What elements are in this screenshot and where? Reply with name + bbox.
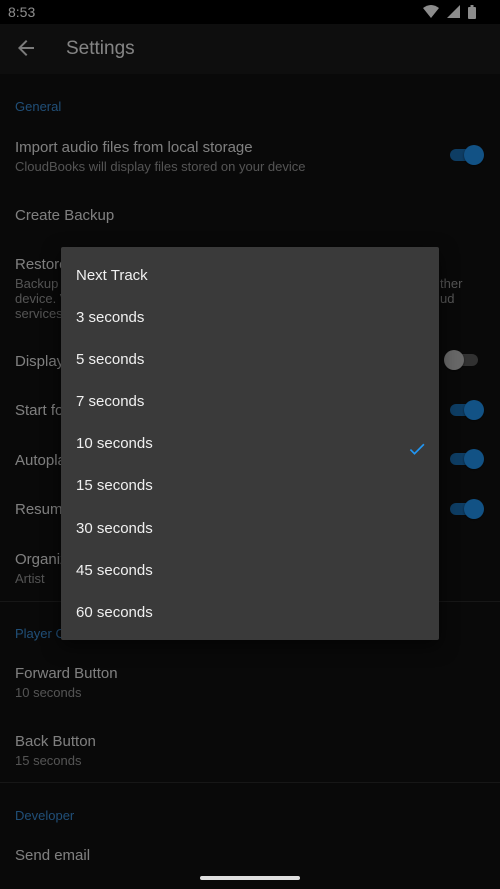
menu-item-label: 3 seconds <box>76 309 145 327</box>
menu-item-3-seconds[interactable]: 3 seconds <box>61 297 439 339</box>
checkmark-icon <box>407 434 427 456</box>
menu-item-60-seconds[interactable]: 60 seconds <box>61 592 439 634</box>
menu-item-label: 45 seconds <box>76 561 153 579</box>
menu-item-label: 10 seconds <box>76 435 153 453</box>
menu-item-label: 60 seconds <box>76 603 153 621</box>
menu-item-label: Next Track <box>76 267 148 284</box>
menu-item-label: 5 seconds <box>76 351 145 369</box>
menu-item-label: 15 seconds <box>76 477 153 495</box>
menu-item-label: 30 seconds <box>76 519 153 537</box>
menu-item-label: 7 seconds <box>76 393 145 411</box>
skip-duration-menu: Next Track 3 seconds 5 seconds 7 seconds… <box>61 247 439 640</box>
menu-item-5-seconds[interactable]: 5 seconds <box>61 339 439 381</box>
menu-item-7-seconds[interactable]: 7 seconds <box>61 381 439 423</box>
menu-item-30-seconds[interactable]: 30 seconds <box>61 508 439 550</box>
menu-item-15-seconds[interactable]: 15 seconds <box>61 465 439 507</box>
gesture-nav-handle[interactable] <box>200 876 300 880</box>
menu-item-next-track[interactable]: Next Track <box>61 255 439 297</box>
menu-item-45-seconds[interactable]: 45 seconds <box>61 550 439 592</box>
menu-item-10-seconds[interactable]: 10 seconds <box>61 423 439 465</box>
